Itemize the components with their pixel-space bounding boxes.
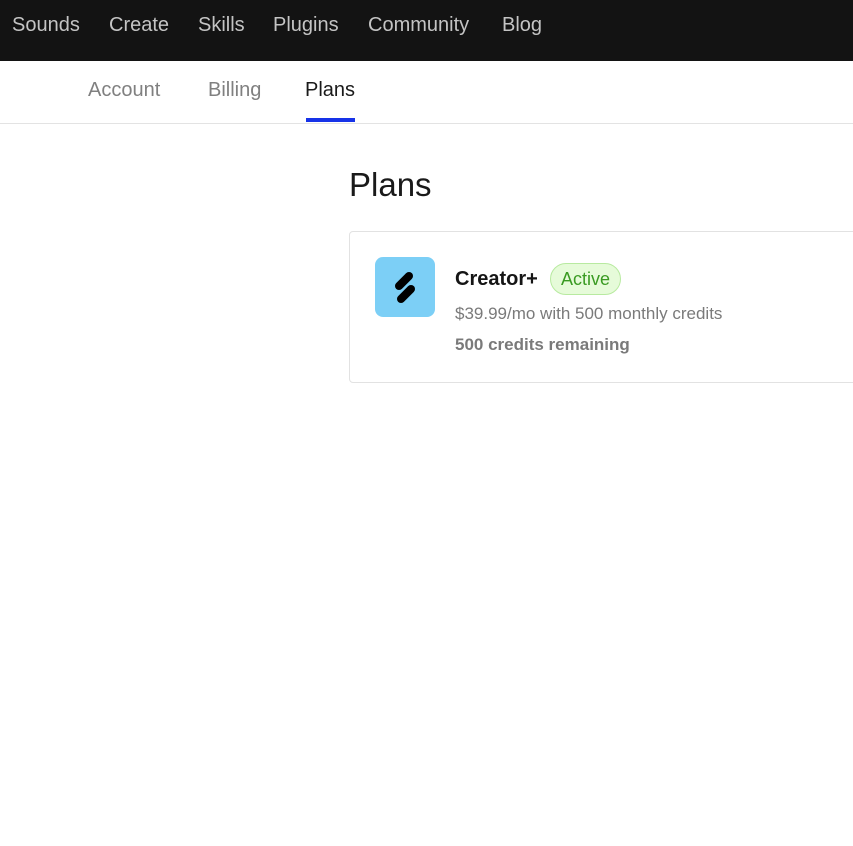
plan-logo-icon (375, 257, 435, 317)
plan-name: Creator+ (455, 268, 538, 290)
nav-community[interactable]: Community (368, 14, 469, 37)
plan-card: Creator+ Active $39.99/mo with 500 month… (349, 231, 853, 383)
status-badge: Active (550, 263, 622, 295)
settings-tabs: Account Billing Plans (0, 61, 853, 124)
nav-create[interactable]: Create (109, 14, 169, 37)
nav-skills[interactable]: Skills (198, 14, 245, 37)
nav-blog[interactable]: Blog (502, 14, 542, 37)
tab-billing[interactable]: Billing (208, 79, 261, 102)
tab-plans[interactable]: Plans (305, 79, 355, 102)
top-navigation: Sounds Create Skills Plugins Community B… (0, 0, 853, 61)
tab-account[interactable]: Account (88, 79, 160, 102)
credits-remaining: 500 credits remaining (455, 335, 630, 354)
page-title: Plans (349, 166, 432, 203)
nav-plugins[interactable]: Plugins (273, 14, 339, 37)
plan-price: $39.99/mo with 500 monthly credits (455, 304, 723, 323)
active-tab-indicator (306, 118, 355, 122)
nav-sounds[interactable]: Sounds (12, 14, 80, 37)
